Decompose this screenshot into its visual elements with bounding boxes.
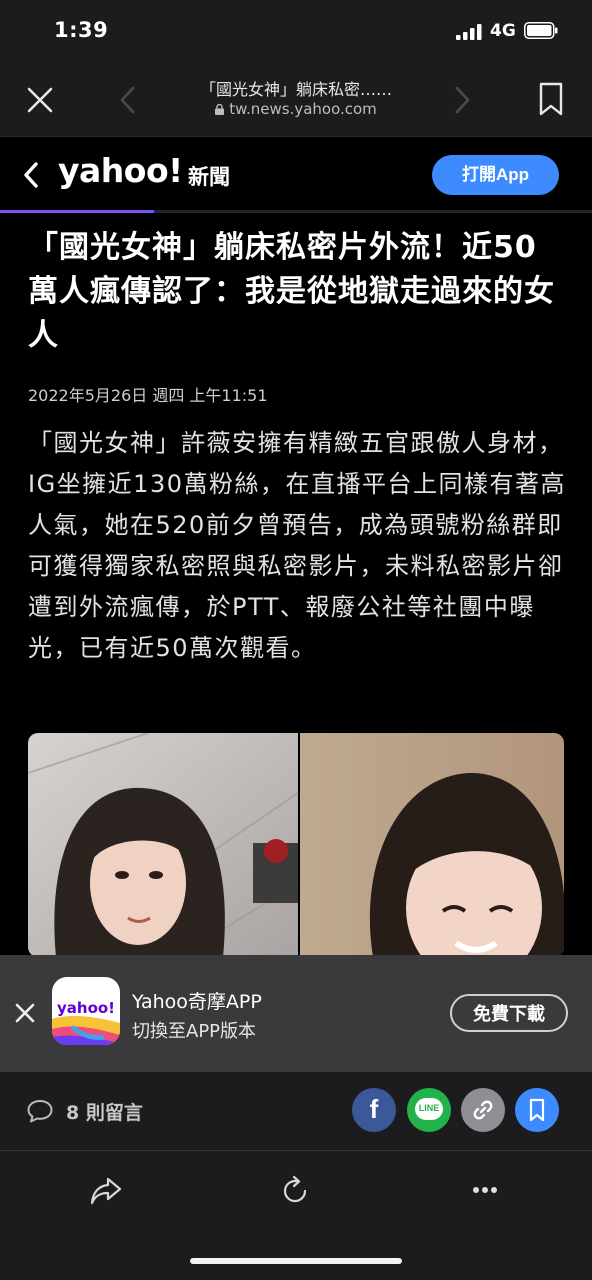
- reading-progress-fill: [0, 210, 154, 213]
- yahoo-logo[interactable]: yahoo!: [58, 151, 183, 190]
- back-icon[interactable]: [22, 161, 40, 189]
- free-download-button[interactable]: 免費下載: [450, 994, 568, 1032]
- bookmark-icon: [529, 1098, 545, 1122]
- banner-app-name: Yahoo奇摩APP: [132, 991, 262, 1013]
- save-article-button[interactable]: [515, 1088, 559, 1132]
- yahoo-app-icon[interactable]: yahoo!: [52, 977, 120, 1045]
- browser-url[interactable]: tw.news.yahoo.com: [150, 100, 442, 118]
- reload-icon[interactable]: [278, 1174, 312, 1208]
- article-photo[interactable]: [28, 733, 564, 957]
- banner-subtitle: 切換至APP版本: [132, 1021, 257, 1042]
- section-title: 新聞: [188, 165, 230, 189]
- line-share-button[interactable]: LINE: [407, 1088, 451, 1132]
- browser-toolbar: 「國光女神」躺床私密…… tw.news.yahoo.com: [0, 62, 592, 137]
- status-time: 1:39: [54, 18, 109, 42]
- site-header: yahoo! 新聞 打開App: [0, 137, 592, 210]
- article-date: 2022年5月26日 週四 上午11:51: [28, 386, 268, 405]
- share-icon[interactable]: [88, 1173, 124, 1209]
- open-app-button[interactable]: 打開App: [432, 155, 559, 195]
- article-body: 「國光女神」許薇安擁有精緻五官跟傲人身材，IG坐擁近130萬粉絲，在直播平台上同…: [28, 429, 566, 662]
- url-text: tw.news.yahoo.com: [229, 100, 377, 118]
- link-icon: [473, 1100, 493, 1120]
- close-banner-icon[interactable]: [14, 1002, 36, 1024]
- copy-link-button[interactable]: [461, 1088, 505, 1132]
- home-indicator: [190, 1258, 402, 1264]
- battery-icon: [524, 22, 558, 39]
- back-arrow-icon[interactable]: [118, 85, 138, 115]
- close-icon[interactable]: [26, 86, 54, 114]
- network-label: 4G: [490, 21, 516, 41]
- line-icon-text: LINE: [418, 1103, 440, 1113]
- line-icon: LINE: [415, 1098, 443, 1120]
- more-options-icon[interactable]: [472, 1185, 498, 1195]
- app-icon-text: yahoo!: [56, 999, 116, 1017]
- signal-icon: [456, 24, 482, 40]
- lock-icon: [215, 104, 225, 115]
- reading-progress-bar: [0, 210, 592, 213]
- status-bar: 1:39 4G: [0, 0, 592, 62]
- forward-arrow-icon[interactable]: [452, 85, 472, 115]
- comments-link[interactable]: 8 則留言: [66, 1098, 143, 1125]
- facebook-icon: f: [369, 1094, 379, 1124]
- article-headline: 「國光女神」躺床私密片外流！近50萬人瘋傳認了：我是從地獄走過來的女人: [28, 230, 555, 353]
- browser-page-title: 「國光女神」躺床私密……: [199, 80, 392, 99]
- comment-icon[interactable]: [26, 1098, 54, 1124]
- bookmark-icon[interactable]: [538, 82, 564, 116]
- facebook-share-button[interactable]: f: [352, 1088, 396, 1132]
